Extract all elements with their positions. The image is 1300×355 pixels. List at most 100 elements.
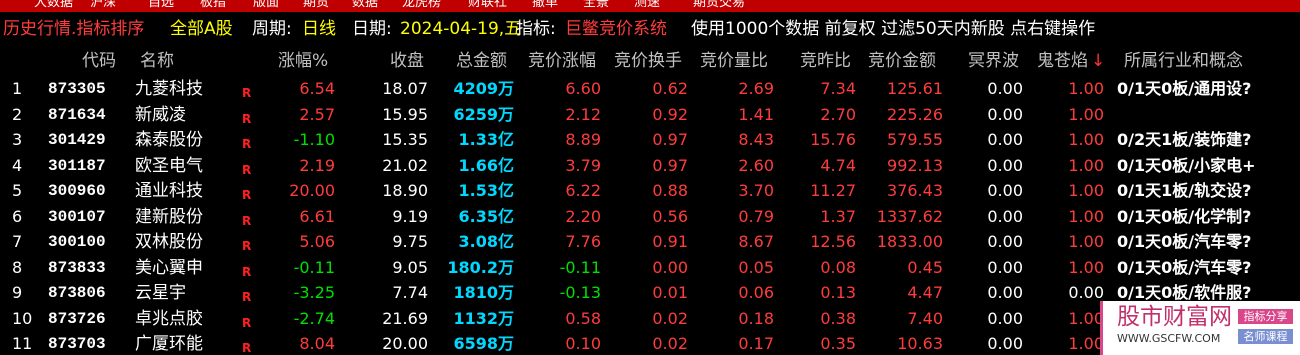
industry-concept: 0/2天1板/装饰建?	[1117, 130, 1252, 149]
watermark-site-name: 股市财富网	[1117, 304, 1232, 330]
ghost-flame: 1.00	[1068, 308, 1104, 328]
menu-item-cancel-order[interactable]: 撤单	[532, 0, 558, 11]
table-row[interactable]: 2 871634 新威凌 R 2.57 15.95 6259万 2.12 0.92 1.41 2.7…	[0, 102, 1300, 128]
ghost-flame: 1.00	[1068, 257, 1104, 277]
netherworld-wave: 0.00	[987, 130, 1023, 149]
col-code[interactable]: 代码	[82, 50, 116, 72]
bid-prev-ratio: 0.13	[820, 283, 856, 302]
stock-code: 300100	[48, 233, 106, 251]
bid-prev-ratio: 0.35	[820, 334, 856, 353]
total-amount: 1.66亿	[458, 155, 514, 175]
bid-volume-ratio: 3.70	[738, 181, 774, 200]
bid-turnover: 0.00	[652, 257, 688, 277]
col-close[interactable]: 收盘	[390, 50, 424, 72]
bid-change: 2.20	[565, 206, 601, 226]
menu-item-sector-index[interactable]: 板指	[200, 0, 226, 11]
menu-item-layout[interactable]: 版面	[253, 0, 279, 11]
close-price: 15.35	[382, 130, 428, 149]
netherworld-wave: 0.00	[987, 334, 1023, 353]
table-row[interactable]: 8 873833 美心翼申 R -0.11 9.05 180.2万 -0.11 0.00 0.05…	[0, 255, 1300, 281]
col-ghost-flame[interactable]: 鬼苍焰	[1037, 50, 1088, 72]
stock-code: 873726	[48, 309, 106, 328]
ghost-flame: 1.00	[1068, 334, 1104, 353]
row-index: 2	[12, 104, 23, 124]
col-bid-turnover[interactable]: 竞价换手	[614, 50, 682, 72]
row-index: 3	[12, 130, 23, 149]
change-pct: -0.11	[293, 257, 335, 277]
stock-name: 森泰股份	[135, 130, 203, 150]
stock-code: 873833	[48, 258, 106, 277]
stock-name: 九菱科技	[135, 79, 203, 99]
bid-turnover: 0.02	[652, 308, 688, 328]
bid-prev-ratio: 0.38	[820, 308, 856, 328]
period-value[interactable]: 日线	[302, 18, 336, 40]
bid-volume-ratio: 0.18	[738, 308, 774, 328]
menu-item-panorama[interactable]: 全景	[583, 0, 609, 11]
netherworld-wave: 0.00	[987, 206, 1023, 226]
close-price: 20.00	[382, 334, 428, 353]
watermark-logo: 股市财富网 WWW.GSCFW.COM 指标分享 名师课程	[1100, 301, 1300, 355]
netherworld-wave: 0.00	[987, 283, 1023, 302]
col-netherworld-wave[interactable]: 冥界波	[968, 50, 1019, 72]
close-price: 15.95	[382, 104, 428, 124]
total-amount: 3.08亿	[458, 232, 514, 251]
top-menu-bar: 大数据 沪深 自选 板指 版面 期货 数据 龙虎榜 财联社 撤单 全景 测速 期…	[0, 0, 1300, 12]
menu-item-big-data[interactable]: 大数据	[34, 0, 73, 11]
bid-amount: 579.55	[887, 130, 943, 149]
bid-amount: 992.13	[887, 155, 943, 175]
netherworld-wave: 0.00	[987, 79, 1023, 98]
bid-turnover: 0.62	[652, 79, 688, 98]
margin-flag: R	[242, 341, 252, 355]
menu-item-futures-trading[interactable]: 期货交易	[693, 0, 745, 11]
close-price: 21.02	[382, 155, 428, 175]
col-bid-volume-ratio[interactable]: 竞价量比	[700, 50, 768, 72]
menu-item-speed-test[interactable]: 测速	[634, 0, 660, 11]
table-row[interactable]: 5 300960 通业科技 R 20.00 18.90 1.53亿 6.22 0.88 3.70 1…	[0, 178, 1300, 204]
stock-code: 871634	[48, 105, 106, 124]
col-name[interactable]: 名称	[140, 50, 174, 72]
col-bid-amount[interactable]: 竞价金额	[868, 50, 936, 72]
table-row[interactable]: 3 301429 森泰股份 R -1.10 15.35 1.33亿 8.89 0.97 8.43 1…	[0, 127, 1300, 153]
stock-name: 新威凌	[135, 104, 186, 125]
netherworld-wave: 0.00	[987, 181, 1023, 200]
close-price: 21.69	[382, 308, 428, 328]
table-row[interactable]: 7 300100 双林股份 R 5.06 9.75 3.08亿 7.76 0.91 8.67 12.…	[0, 229, 1300, 255]
col-industry-concept[interactable]: 所属行业和概念	[1124, 50, 1243, 72]
bid-prev-ratio: 11.27	[810, 181, 856, 200]
watermark-tag-indicator-share: 指标分享	[1238, 309, 1293, 324]
bid-change: 3.79	[565, 155, 601, 175]
bid-volume-ratio: 2.69	[738, 79, 774, 98]
row-index: 10	[12, 308, 33, 328]
date-value[interactable]: 2024-04-19,五	[400, 18, 521, 40]
menu-item-watchlist[interactable]: 自选	[148, 0, 174, 11]
col-bid-prev-ratio[interactable]: 竞昨比	[800, 50, 851, 72]
menu-item-futures[interactable]: 期货	[303, 0, 329, 11]
stock-name: 欧圣电气	[135, 155, 203, 176]
table-row[interactable]: 4 301187 欧圣电气 R 2.19 21.02 1.66亿 3.79 0.97 2.60 4.…	[0, 153, 1300, 179]
menu-item-dragon-tiger[interactable]: 龙虎榜	[402, 0, 441, 11]
industry-concept: 0/1天0板/汽车零?	[1117, 257, 1252, 277]
bid-change: 6.60	[565, 79, 601, 98]
menu-item-shanghai-shenzhen[interactable]: 沪深	[90, 0, 116, 11]
change-pct: -2.74	[293, 308, 335, 328]
stock-name: 广厦环能	[135, 334, 203, 354]
col-change-pct[interactable]: 涨幅%	[278, 50, 328, 72]
stock-code: 301187	[48, 156, 106, 175]
menu-item-data[interactable]: 数据	[352, 0, 378, 11]
netherworld-wave: 0.00	[987, 257, 1023, 277]
change-pct: -3.25	[293, 283, 335, 302]
industry-concept: 0/1天0板/通用设?	[1117, 79, 1252, 98]
stock-name: 通业科技	[135, 181, 203, 201]
table-row[interactable]: 6 300107 建新股份 R 6.61 9.19 6.35亿 2.20 0.56 0.79 1.3…	[0, 204, 1300, 230]
indicator-value[interactable]: 巨鳖竞价系统	[565, 18, 667, 40]
col-bid-change[interactable]: 竞价涨幅	[528, 50, 596, 72]
table-row[interactable]: 1 873305 九菱科技 R 6.54 18.07 4209万 6.60 0.62 2.69 7.…	[0, 76, 1300, 102]
bid-turnover: 0.97	[652, 130, 688, 149]
bid-turnover: 0.92	[652, 104, 688, 124]
market-selector[interactable]: 全部A股	[170, 18, 233, 40]
menu-item-cailianshe[interactable]: 财联社	[468, 0, 507, 11]
change-pct: 2.19	[299, 155, 335, 175]
total-amount: 1.53亿	[458, 181, 514, 200]
industry-concept: 0/1天0板/小家电+	[1117, 155, 1256, 175]
col-total-amount[interactable]: 总金额	[456, 50, 507, 72]
